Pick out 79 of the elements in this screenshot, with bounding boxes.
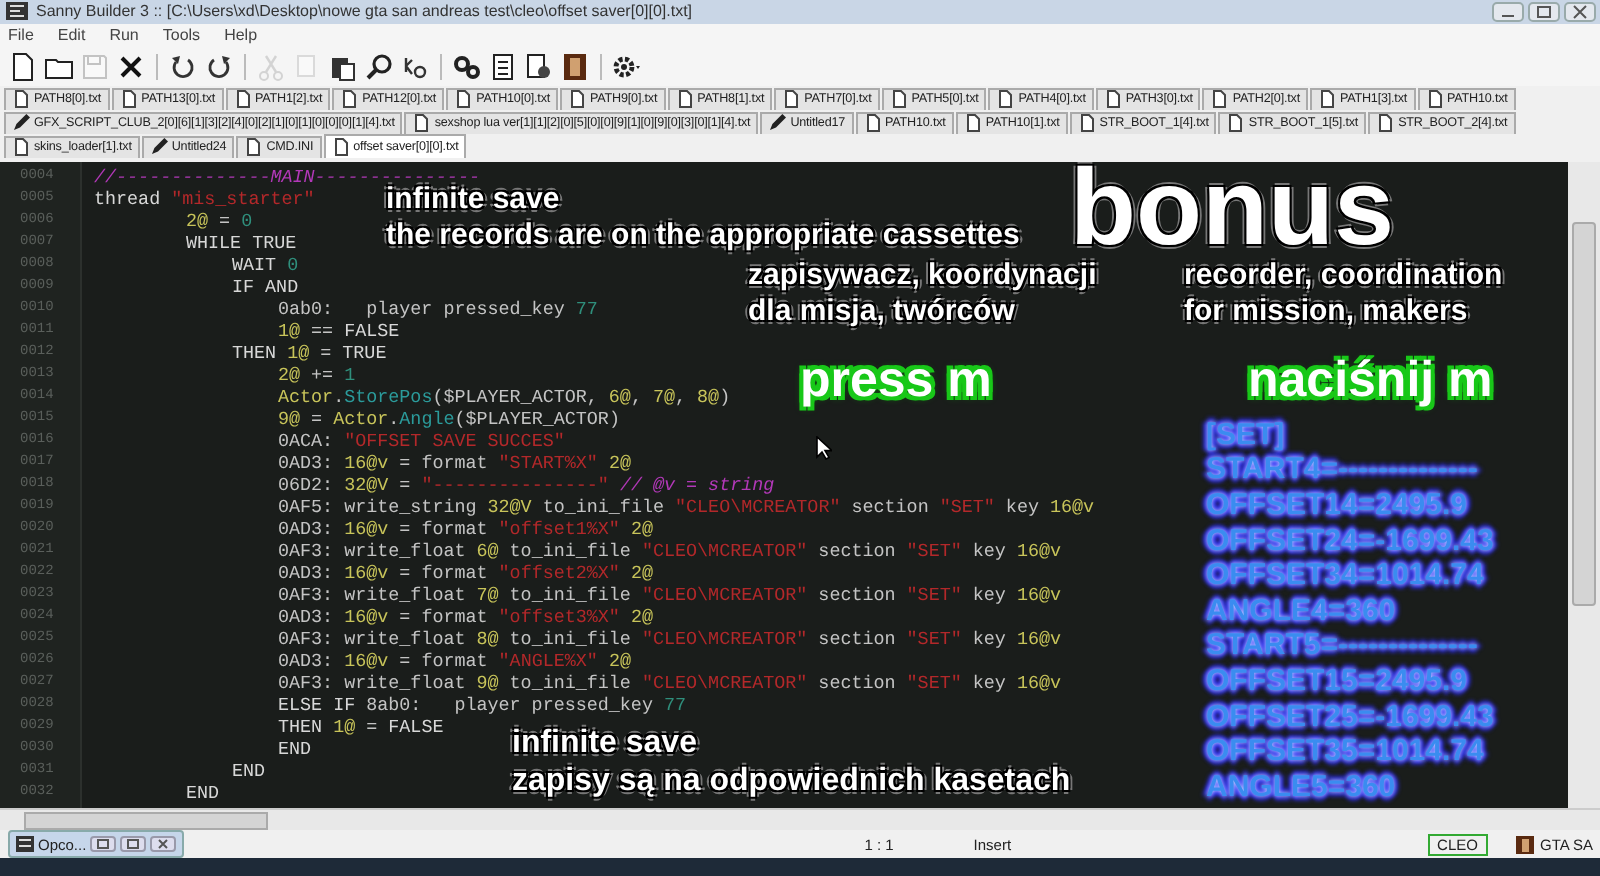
caption-text: dla misja, twórców (748, 293, 1017, 330)
window-title: Sanny Builder 3 :: [C:\Users\xd\Desktop\nowe gta san andreas test\cleo\offset saver[0][0].txt] (36, 2, 693, 21)
ini-text-line: ANGLE4=360 (1206, 593, 1398, 629)
code-line: 0AD3: 16@v = format "START%X" 2@ (278, 451, 631, 474)
portrait-icon (1515, 835, 1534, 854)
code-line: END (232, 759, 266, 782)
close-button[interactable] (150, 836, 177, 853)
minimize-button[interactable] (1492, 1, 1524, 22)
app-icon (16, 836, 34, 853)
scroll-thumb[interactable] (24, 812, 268, 831)
ini-text-line: OFFSET25=-1699.43 (1206, 699, 1494, 735)
caption-text: zapisy są na odpowiednich kasetach (512, 762, 1071, 801)
maximize-button[interactable] (120, 836, 147, 853)
restore-button[interactable] (90, 836, 117, 853)
title-text: bonus (1070, 161, 1394, 262)
horizontal-scrollbar[interactable] (0, 808, 1600, 831)
scroll-thumb[interactable] (1572, 221, 1596, 606)
code-line: 2@ += 1 (278, 363, 356, 386)
code-line: WAIT 0 (232, 253, 299, 276)
caption-text: infinite save (512, 723, 699, 763)
caption-text: recorder, coordination (1184, 257, 1503, 294)
maximize-button[interactable] (1528, 1, 1560, 22)
code-line: Actor.StorePos($PLAYER_ACTOR, 6@, 7@, 8@) (278, 385, 731, 408)
menu-item[interactable]: File (8, 26, 34, 45)
code-line: 0AF3: write_float 7@ to_ini_file "CLEO\MCREATOR" section "SET" key 16@v (278, 583, 1062, 606)
menu-item[interactable]: Run (109, 26, 139, 45)
gears-icon[interactable] (452, 51, 482, 82)
code-line: thread "mis_starter" (94, 187, 315, 210)
key-hint-text: naciśnij m (1248, 349, 1493, 410)
new-file-icon[interactable] (8, 51, 38, 82)
redo-icon[interactable] (204, 51, 234, 82)
code-line: 0AF3: write_float 6@ to_ini_file "CLEO\MCREATOR" section "SET" key 16@v (278, 539, 1062, 562)
code-line: END (278, 737, 312, 760)
code-line: THEN 1@ = FALSE (278, 715, 444, 738)
code-line: 0AF5: write_string 32@V to_ini_file "CLEO\MCREATOR" section "SET" key 16@v (278, 495, 1095, 518)
code-line: THEN 1@ = TRUE (232, 341, 387, 364)
portrait-icon[interactable] (560, 51, 590, 82)
code-line: END (186, 781, 220, 804)
code-line: IF AND (232, 275, 299, 298)
vertical-scrollbar[interactable] (1568, 161, 1600, 809)
code-line: 06D2: 32@V = "---------------" // @v = string (278, 473, 775, 496)
ini-text-line: OFFSET14=2495.9 (1206, 488, 1469, 524)
code-line: 9@ = Actor.Angle($PLAYER_ACTOR) (278, 407, 620, 430)
ini-text-line: OFFSET34=1014.74 (1206, 558, 1486, 594)
code-line: 0AD3: 16@v = format "offset3%X" 2@ (278, 605, 653, 628)
undo-icon[interactable] (168, 51, 198, 82)
menu-item[interactable]: Help (224, 26, 258, 45)
menu-item[interactable]: Tools (162, 26, 201, 45)
code-line: ELSE IF 8ab0: player pressed_key 77 (278, 693, 687, 716)
settings-icon[interactable] (612, 51, 644, 82)
code-line: 1@ == FALSE (278, 319, 400, 342)
code-line: 2@ = 0 (186, 209, 253, 232)
caption-text: for mission, makers (1184, 293, 1470, 330)
caption-text: the records are on the appropriate cassettes (386, 217, 1020, 254)
code-line: 0ACA: "OFFSET SAVE SUCCES" (278, 429, 565, 452)
code-line: 0AF3: write_float 8@ to_ini_file "CLEO\MCREATOR" section "SET" key 16@v (278, 627, 1062, 650)
caption-text: zapisywacz, koordynacji (748, 257, 1097, 294)
app-icon (6, 2, 28, 21)
ini-text-line: [SET] (1206, 417, 1287, 453)
close-icon[interactable] (116, 51, 146, 82)
code-line: 0AD3: 16@v = format "offset1%X" 2@ (278, 517, 653, 540)
ini-text-line: START4=-------------- (1206, 452, 1480, 489)
code-line: 0ab0: player pressed_key 77 (278, 297, 598, 320)
cursor-icon (816, 435, 832, 460)
ini-text-line: START5=-------------- (1206, 628, 1480, 665)
document-gear-icon[interactable] (524, 51, 554, 82)
code-line: WHILE TRUE (186, 231, 297, 254)
ini-text-line: OFFSET24=-1699.43 (1206, 523, 1494, 559)
search-icon[interactable] (364, 51, 394, 82)
close-button[interactable] (1564, 1, 1596, 22)
menu-item[interactable]: Edit (57, 26, 86, 45)
document-list-icon[interactable] (488, 51, 518, 82)
code-line: 0AD3: 16@v = format "ANGLE%X" 2@ (278, 649, 631, 672)
code-line: 0AD3: 16@v = format "offset2%X" 2@ (278, 561, 653, 584)
ini-text-line: ANGLE5=360 (1206, 769, 1398, 805)
key-hint-text: press m (800, 349, 992, 410)
ini-text-line: OFFSET15=2495.9 (1206, 664, 1469, 700)
ini-text-line: OFFSET35=1014.74 (1206, 734, 1486, 770)
code-line: 0AF3: write_float 9@ to_ini_file "CLEO\MCREATOR" section "SET" key 16@v (278, 671, 1062, 694)
